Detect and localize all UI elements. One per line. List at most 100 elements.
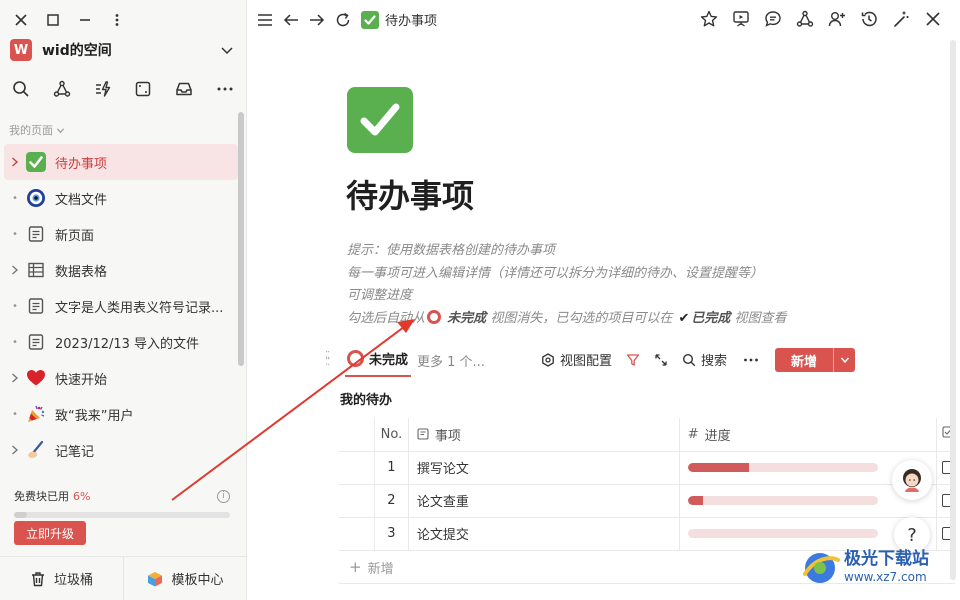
workspace-switcher[interactable]: W wid的空间: [10, 38, 234, 62]
page-emoji-checkmark-icon[interactable]: [347, 87, 413, 153]
column-header-task[interactable]: 事项: [407, 418, 680, 452]
block-quota: 免费块已用 6% i: [14, 488, 230, 518]
task-cell[interactable]: 撰写论文: [407, 451, 680, 485]
chevron-right-icon[interactable]: [10, 157, 20, 167]
document-icon: [26, 224, 46, 244]
expand-button[interactable]: [654, 353, 668, 367]
sidebar-scrollbar[interactable]: [238, 112, 244, 366]
view-config-label: 视图配置: [560, 354, 613, 369]
page-scrollbar[interactable]: [950, 40, 956, 580]
menu-icon[interactable]: [257, 12, 273, 28]
chevron-right-icon[interactable]: [10, 265, 20, 275]
drag-handle-icon[interactable]: ⁚⁚ ⁚⁚: [325, 351, 335, 368]
table-row[interactable]: 3 论文提交: [339, 517, 955, 551]
sidebar-item-documents[interactable]: • 文档文件: [4, 180, 238, 216]
plus-icon: +: [349, 558, 362, 576]
party-popper-icon: [26, 404, 46, 424]
search-button[interactable]: 搜索: [682, 350, 727, 369]
progress-bar[interactable]: [687, 529, 878, 538]
column-header-label: 事项: [434, 428, 461, 444]
refresh-icon[interactable]: [335, 12, 351, 28]
add-user-icon[interactable]: [828, 10, 846, 28]
sidebar-item-notes[interactable]: 记笔记: [4, 432, 238, 468]
task-cell[interactable]: 论文提交: [407, 517, 680, 551]
more-vertical-icon[interactable]: [110, 13, 124, 27]
forward-arrow-icon[interactable]: [309, 12, 325, 28]
sidebar-item-text-doc[interactable]: • 文字是人类用表义符号记录...: [4, 288, 238, 324]
new-record-button[interactable]: 新增: [775, 348, 855, 372]
sidebar-item-label: 数据表格: [55, 264, 108, 280]
page-title[interactable]: 待办事项: [346, 171, 474, 217]
table-row[interactable]: 1 撰写论文: [339, 451, 955, 485]
minimize-window-icon[interactable]: [78, 13, 92, 27]
star-icon[interactable]: [700, 10, 718, 28]
column-header-no[interactable]: No.: [374, 418, 409, 452]
quota-label: 免费块已用: [14, 490, 69, 503]
frame-icon[interactable]: [134, 80, 152, 98]
chevron-right-icon[interactable]: [10, 373, 20, 383]
search-icon: [683, 353, 696, 366]
window-controls: [14, 10, 124, 30]
more-horizontal-icon[interactable]: [216, 80, 234, 98]
add-row-label: 新增: [367, 561, 394, 577]
sidebar-item-label: 文字是人类用表义符号记录...: [55, 300, 224, 316]
view-config-button[interactable]: 视图配置: [541, 350, 612, 369]
more-views-link[interactable]: 更多 1 个...: [417, 351, 485, 370]
my-pages-section[interactable]: 我的页面: [9, 122, 65, 138]
sidebar-item-label: 快速开始: [55, 372, 108, 388]
sidebar-footer: 垃圾桶 模板中心: [0, 556, 247, 600]
page-hints[interactable]: 提示：使用数据表格创建的待办事项 每一事项可进入编辑详情（详情还可以拆分为详细的…: [347, 240, 787, 330]
row-number: 1: [374, 451, 409, 485]
progress-bar[interactable]: [687, 496, 878, 505]
task-cell[interactable]: 论文查重: [407, 484, 680, 518]
presentation-icon[interactable]: [732, 10, 750, 28]
column-header-progress[interactable]: # 进度: [678, 418, 937, 452]
sidebar-item-data-table[interactable]: 数据表格: [4, 252, 238, 288]
template-center-label: 模板中心: [171, 573, 224, 588]
upgrade-button[interactable]: 立即升级: [14, 521, 86, 545]
graph-nodes-icon[interactable]: [796, 10, 814, 28]
new-record-label: 新增: [790, 354, 817, 370]
close-window-icon[interactable]: [14, 13, 28, 27]
sidebar-item-todo[interactable]: 待办事项: [4, 144, 238, 180]
table-row[interactable]: 2 论文查重: [339, 484, 955, 518]
sidebar-item-label: 待办事项: [55, 156, 108, 172]
progress-bar[interactable]: [687, 463, 878, 472]
template-center-button[interactable]: 模板中心: [123, 557, 247, 600]
comment-icon[interactable]: [764, 10, 782, 28]
filter-button[interactable]: [626, 353, 640, 367]
close-icon[interactable]: [924, 10, 942, 28]
magic-wand-icon[interactable]: [892, 10, 910, 28]
chevron-down-icon[interactable]: [833, 348, 855, 372]
maximize-window-icon[interactable]: [46, 13, 60, 27]
tab-incomplete[interactable]: 未完成: [345, 349, 408, 368]
more-options-button[interactable]: [743, 353, 759, 367]
watermark-logo-icon: [803, 553, 840, 583]
red-circle-icon: [427, 309, 442, 324]
sidebar-item-imported-file[interactable]: • 2023/12/13 导入的文件: [4, 324, 238, 360]
sidebar-item-welcome[interactable]: • 致“我来”用户: [4, 396, 238, 432]
trash-button[interactable]: 垃圾桶: [0, 557, 123, 600]
sidebar-item-new-page[interactable]: • 新页面: [4, 216, 238, 252]
info-icon[interactable]: i: [217, 489, 230, 503]
chevron-right-icon[interactable]: [10, 445, 20, 455]
row-number: 3: [374, 517, 409, 551]
chevron-down-icon: [220, 43, 234, 57]
lightning-icon[interactable]: [94, 80, 112, 98]
sidebar-item-quick-start[interactable]: 快速开始: [4, 360, 238, 396]
search-icon[interactable]: [12, 80, 30, 98]
watermark-title: 极光下载站: [844, 549, 929, 569]
graph-nodes-icon[interactable]: [53, 80, 71, 98]
eye-icon: [26, 188, 46, 208]
table-title[interactable]: 我的待办: [340, 389, 392, 408]
history-icon[interactable]: [860, 10, 878, 28]
inbox-icon[interactable]: [175, 80, 193, 98]
back-arrow-icon[interactable]: [283, 12, 299, 28]
gear-icon: [542, 352, 554, 367]
writing-hand-icon: [26, 440, 46, 460]
hint-view-name: 已完成: [691, 310, 731, 326]
assistant-avatar[interactable]: [892, 460, 932, 500]
breadcrumb[interactable]: 待办事项: [385, 10, 437, 29]
assistant-face-icon: [903, 469, 921, 492]
expand-icon: [655, 353, 667, 366]
